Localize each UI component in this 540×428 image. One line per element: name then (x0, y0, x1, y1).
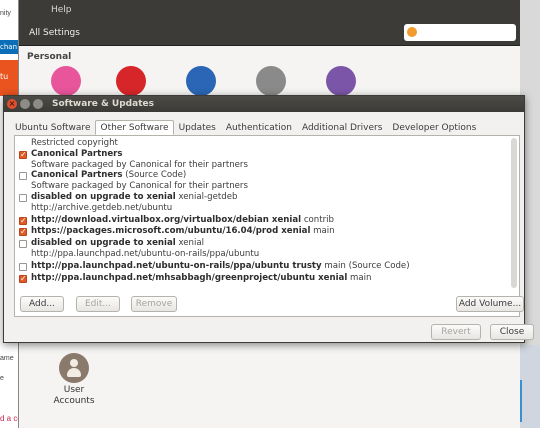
source-checkbox[interactable] (19, 240, 27, 249)
list-item[interactable]: disabled on upgrade to xenial xenial-get… (19, 192, 509, 203)
list-item[interactable]: Canonical Partners (19, 149, 509, 160)
settings-toolbar: All Settings (19, 20, 520, 46)
list-item: Restricted copyright (19, 138, 509, 149)
bg-snippet: nity (0, 10, 11, 17)
source-checkbox[interactable] (19, 274, 27, 283)
all-settings-label[interactable]: All Settings (29, 28, 80, 38)
software-updates-dialog: × Software & Updates Ubuntu Software Oth… (3, 95, 534, 343)
source-description: Software packaged by Canonical for their… (31, 181, 248, 192)
user-accounts-label: User Accounts (53, 385, 95, 406)
files-icon[interactable] (186, 66, 216, 96)
source-title: disabled on upgrade to xenial (31, 238, 176, 249)
source-checkbox[interactable] (19, 262, 27, 271)
source-checkbox[interactable] (19, 172, 27, 181)
list-item-detail: http://ppa.launchpad.net/ubuntu-on-rails… (19, 249, 509, 260)
tab-additional-drivers[interactable]: Additional Drivers (297, 120, 387, 135)
add-button[interactable]: Add... (20, 296, 64, 312)
appearance-icon[interactable] (51, 66, 81, 96)
bg-snippet: ame (0, 355, 14, 362)
source-checkbox[interactable] (19, 150, 27, 160)
tab-other-software[interactable]: Other Software (95, 120, 174, 135)
dialog-tabs: Ubuntu Software Other Software Updates A… (10, 120, 481, 135)
maximize-window-icon[interactable] (33, 99, 43, 109)
list-scrollbar[interactable] (511, 138, 517, 288)
source-suffix: main (310, 226, 335, 237)
close-window-icon[interactable]: × (7, 99, 17, 109)
source-title: Canonical Partners (31, 148, 123, 159)
add-volume-button[interactable]: Add Volume... (456, 296, 524, 312)
list-item-detail: http://archive.getdeb.net/ubuntu (19, 203, 509, 214)
search-settings-icon[interactable] (256, 66, 286, 96)
section-personal: Personal (27, 52, 72, 62)
source-suffix: (Source Code) (122, 170, 187, 181)
dialog-title: Software & Updates (52, 99, 154, 109)
sources-list-panel: Restricted copyright Canonical Partners … (14, 135, 520, 317)
remove-button[interactable]: Remove (131, 296, 177, 312)
source-title: Canonical Partners (31, 170, 123, 181)
source-title: http://ppa.launchpad.net/ubuntu-on-rails… (31, 260, 322, 271)
dialog-titlebar: × Software & Updates (4, 96, 524, 112)
list-item[interactable]: http://ppa.launchpad.net/mhsabbagh/green… (19, 272, 509, 283)
user-accounts-icon (59, 353, 89, 383)
source-suffix: contrib (301, 214, 335, 225)
list-item[interactable]: http://download.virtualbox.org/virtualbo… (19, 214, 509, 225)
list-item[interactable]: https://packages.microsoft.com/ubuntu/16… (19, 226, 509, 237)
list-item-detail: Software packaged by Canonical for their… (19, 181, 509, 192)
bg-blue-block: chan (0, 40, 18, 54)
source-title: disabled on upgrade to xenial (31, 191, 176, 202)
bg-orange-block: tu (0, 60, 18, 96)
source-title: http://ppa.launchpad.net/mhsabbagh/green… (31, 272, 348, 283)
user-accounts-item[interactable]: User Accounts (49, 353, 99, 407)
tab-developer-options[interactable]: Developer Options (387, 120, 481, 135)
bg-snippet: chan (0, 43, 18, 51)
source-checkbox[interactable] (19, 227, 27, 237)
source-suffix: xenial (175, 238, 205, 249)
tab-ubuntu-software[interactable]: Ubuntu Software (10, 120, 95, 135)
settings-window-title: Help (51, 5, 72, 15)
security-lock-icon[interactable] (116, 66, 146, 96)
edit-button[interactable]: Edit... (76, 296, 120, 312)
minimize-window-icon[interactable] (20, 99, 30, 109)
source-description: Software packaged by Canonical for their… (31, 159, 248, 170)
source-description: Restricted copyright (31, 138, 118, 148)
list-item[interactable]: disabled on upgrade to xenial xenial (19, 238, 509, 249)
source-description: http://ppa.launchpad.net/ubuntu-on-rails… (31, 248, 260, 259)
revert-button[interactable]: Revert (431, 324, 481, 340)
list-item[interactable]: Canonical Partners (Source Code) (19, 170, 509, 181)
tab-updates[interactable]: Updates (174, 120, 221, 135)
close-button[interactable]: Close (490, 324, 534, 340)
bg-snippet: tu (0, 72, 9, 81)
source-suffix: main (347, 272, 372, 283)
list-item[interactable]: http://ppa.launchpad.net/ubuntu-on-rails… (19, 261, 509, 272)
bg-snippet: e (0, 375, 4, 382)
tab-authentication[interactable]: Authentication (221, 120, 297, 135)
source-checkbox[interactable] (19, 216, 27, 225)
source-suffix: main (Source Code) (321, 260, 410, 271)
sources-list: Restricted copyright Canonical Partners … (19, 138, 509, 283)
source-title: http://download.virtualbox.org/virtualbo… (31, 214, 302, 225)
list-item-detail: Software packaged by Canonical for their… (19, 160, 509, 171)
keyboard-icon[interactable] (326, 66, 356, 96)
settings-titlebar: Help (19, 0, 520, 20)
search-icon (407, 27, 417, 37)
source-suffix: xenial-getdeb (175, 191, 238, 202)
personal-icons-row (41, 66, 371, 96)
source-checkbox[interactable] (19, 193, 27, 202)
source-description: http://archive.getdeb.net/ubuntu (31, 202, 173, 213)
source-title: https://packages.microsoft.com/ubuntu/16… (31, 226, 311, 237)
settings-search-input[interactable] (404, 24, 516, 41)
